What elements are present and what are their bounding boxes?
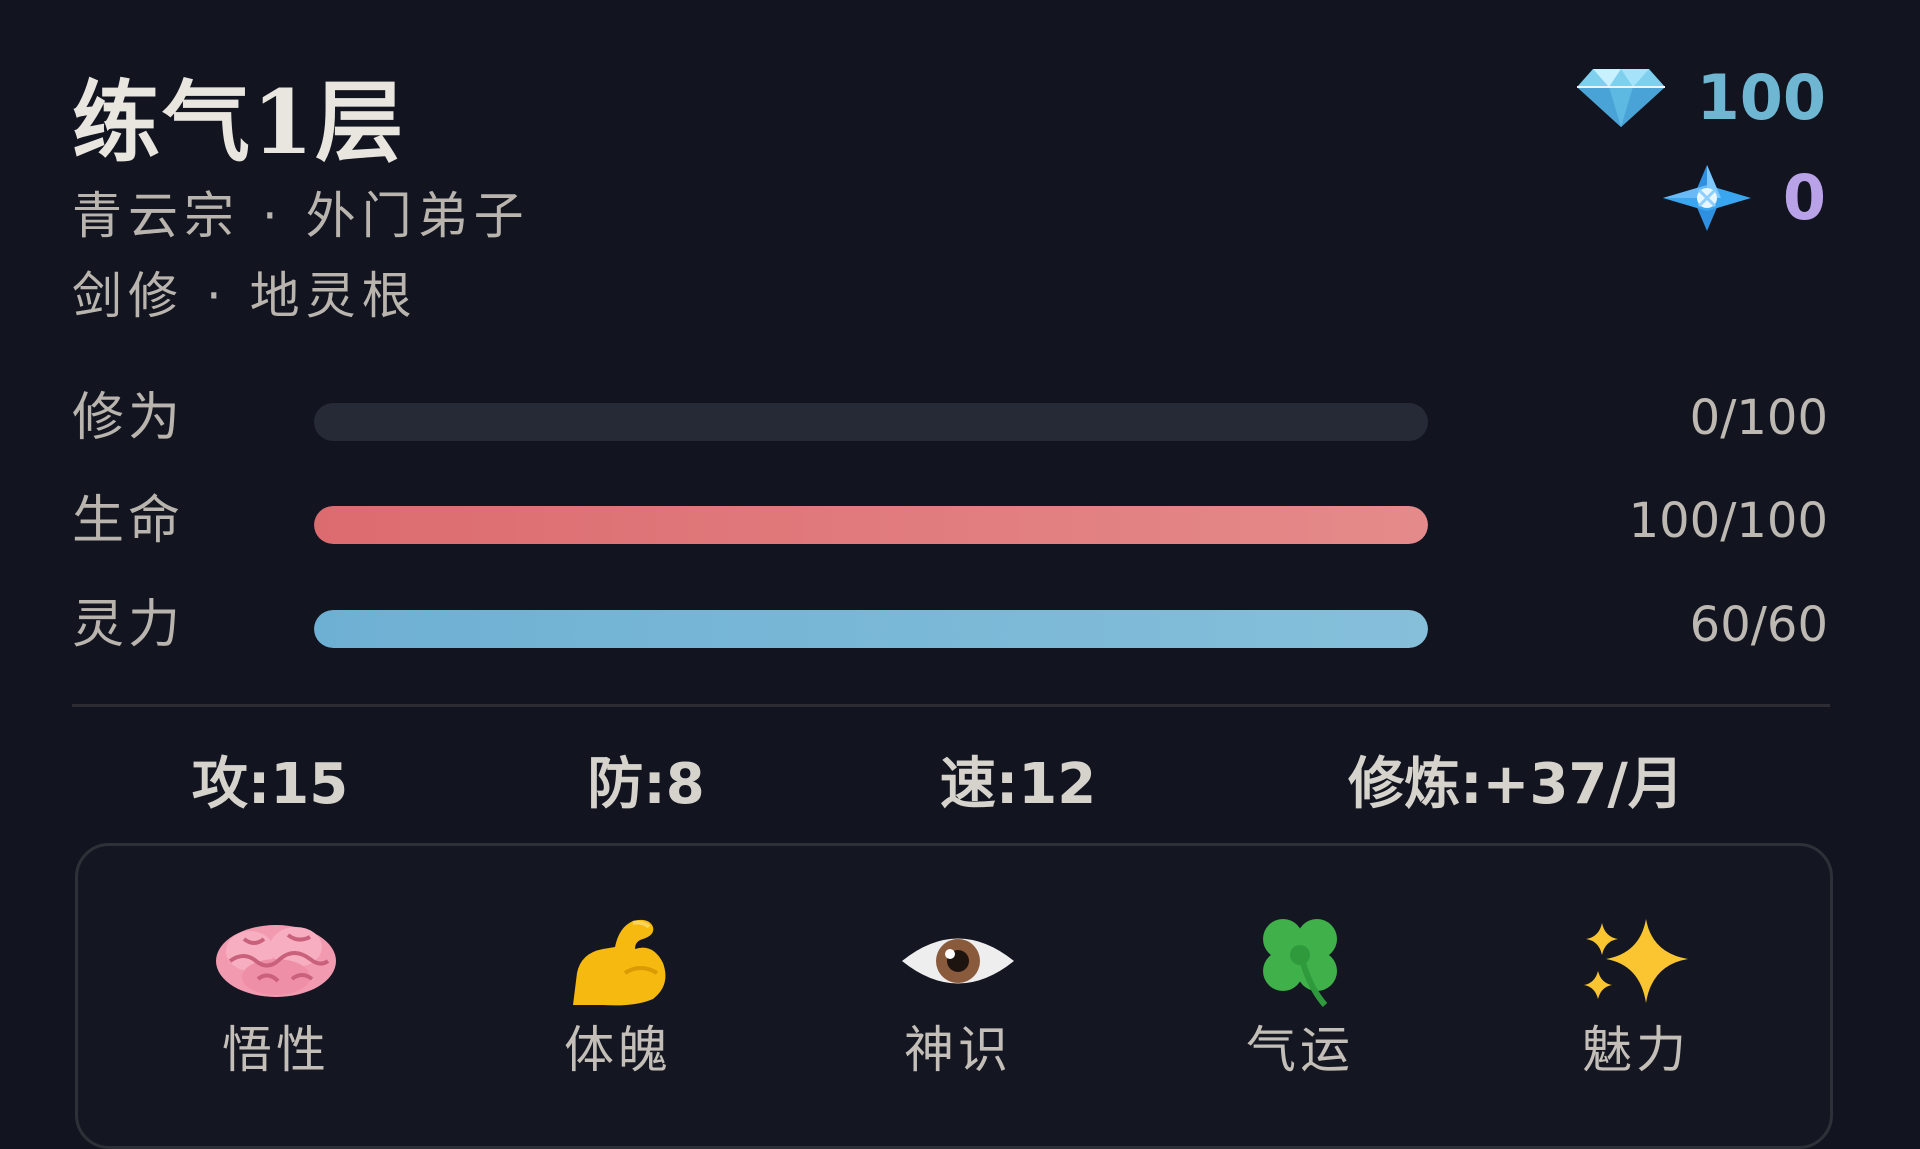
sparkles-icon xyxy=(1536,906,1736,1016)
stat-value: 0/100 xyxy=(1689,390,1828,446)
cultivation-path-info: 剑修 · 地灵根 xyxy=(72,267,418,325)
attribute-fortune[interactable]: 气运 xyxy=(1200,906,1400,1080)
four-leaf-clover-icon xyxy=(1200,906,1400,1016)
brain-icon xyxy=(176,906,376,1016)
combat-stats-row: 攻:15 防:8 速:12 修炼:+37/月 xyxy=(72,740,1830,830)
spirit-power-row: 灵力 60/60 xyxy=(72,590,1828,660)
blue-crystal-icon xyxy=(1661,163,1753,233)
attribute-label: 气运 xyxy=(1246,1021,1354,1079)
stat-label: 灵力 xyxy=(72,595,185,655)
defense-stat: 防:8 xyxy=(587,752,705,817)
attribute-label: 神识 xyxy=(904,1021,1012,1079)
crystal-value: 0 xyxy=(1782,161,1826,234)
stat-value: 60/60 xyxy=(1689,597,1828,653)
attribute-charisma[interactable]: 魅力 xyxy=(1536,906,1736,1080)
spirit-stone-counter: 100 xyxy=(1575,58,1826,138)
attribute-divine-sense[interactable]: 神识 xyxy=(858,906,1058,1080)
stat-label: 生命 xyxy=(72,491,185,551)
attribute-label: 悟性 xyxy=(222,1021,330,1079)
speed-stat: 速:12 xyxy=(939,752,1097,817)
realm-title: 练气1层 xyxy=(72,70,406,174)
spirit-stone-value: 100 xyxy=(1696,61,1826,134)
attribute-comprehension[interactable]: 悟性 xyxy=(176,906,376,1080)
sect-info: 青云宗 · 外门弟子 xyxy=(72,187,530,245)
spirit-power-bar xyxy=(314,610,1428,648)
cultivation-progress-bar xyxy=(314,403,1428,441)
section-divider xyxy=(72,704,1830,707)
health-fill xyxy=(314,506,1428,544)
attribute-label: 魅力 xyxy=(1582,1021,1690,1079)
attribute-label: 体魄 xyxy=(564,1021,672,1079)
attack-stat: 攻:15 xyxy=(191,752,349,817)
health-row: 生命 100/100 xyxy=(72,486,1828,556)
eye-icon xyxy=(858,906,1058,1016)
attribute-physique[interactable]: 体魄 xyxy=(518,906,718,1080)
stat-label: 修为 xyxy=(72,388,185,448)
character-status-panel: 练气1层 青云宗 · 外门弟子 剑修 · 地灵根 100 0 修为 0/100 … xyxy=(0,0,1920,1149)
crystal-counter: 0 xyxy=(1661,158,1826,238)
attributes-panel: 悟性 体魄 神识 气运 魅力 xyxy=(75,843,1833,1149)
cultivation-progress-row: 修为 0/100 xyxy=(72,383,1828,453)
flexed-biceps-icon xyxy=(518,906,718,1016)
spirit-power-fill xyxy=(314,610,1428,648)
cultivation-rate-stat: 修炼:+37/月 xyxy=(1348,752,1684,817)
stat-value: 100/100 xyxy=(1628,493,1828,549)
diamond-icon xyxy=(1575,67,1667,129)
health-bar xyxy=(314,506,1428,544)
